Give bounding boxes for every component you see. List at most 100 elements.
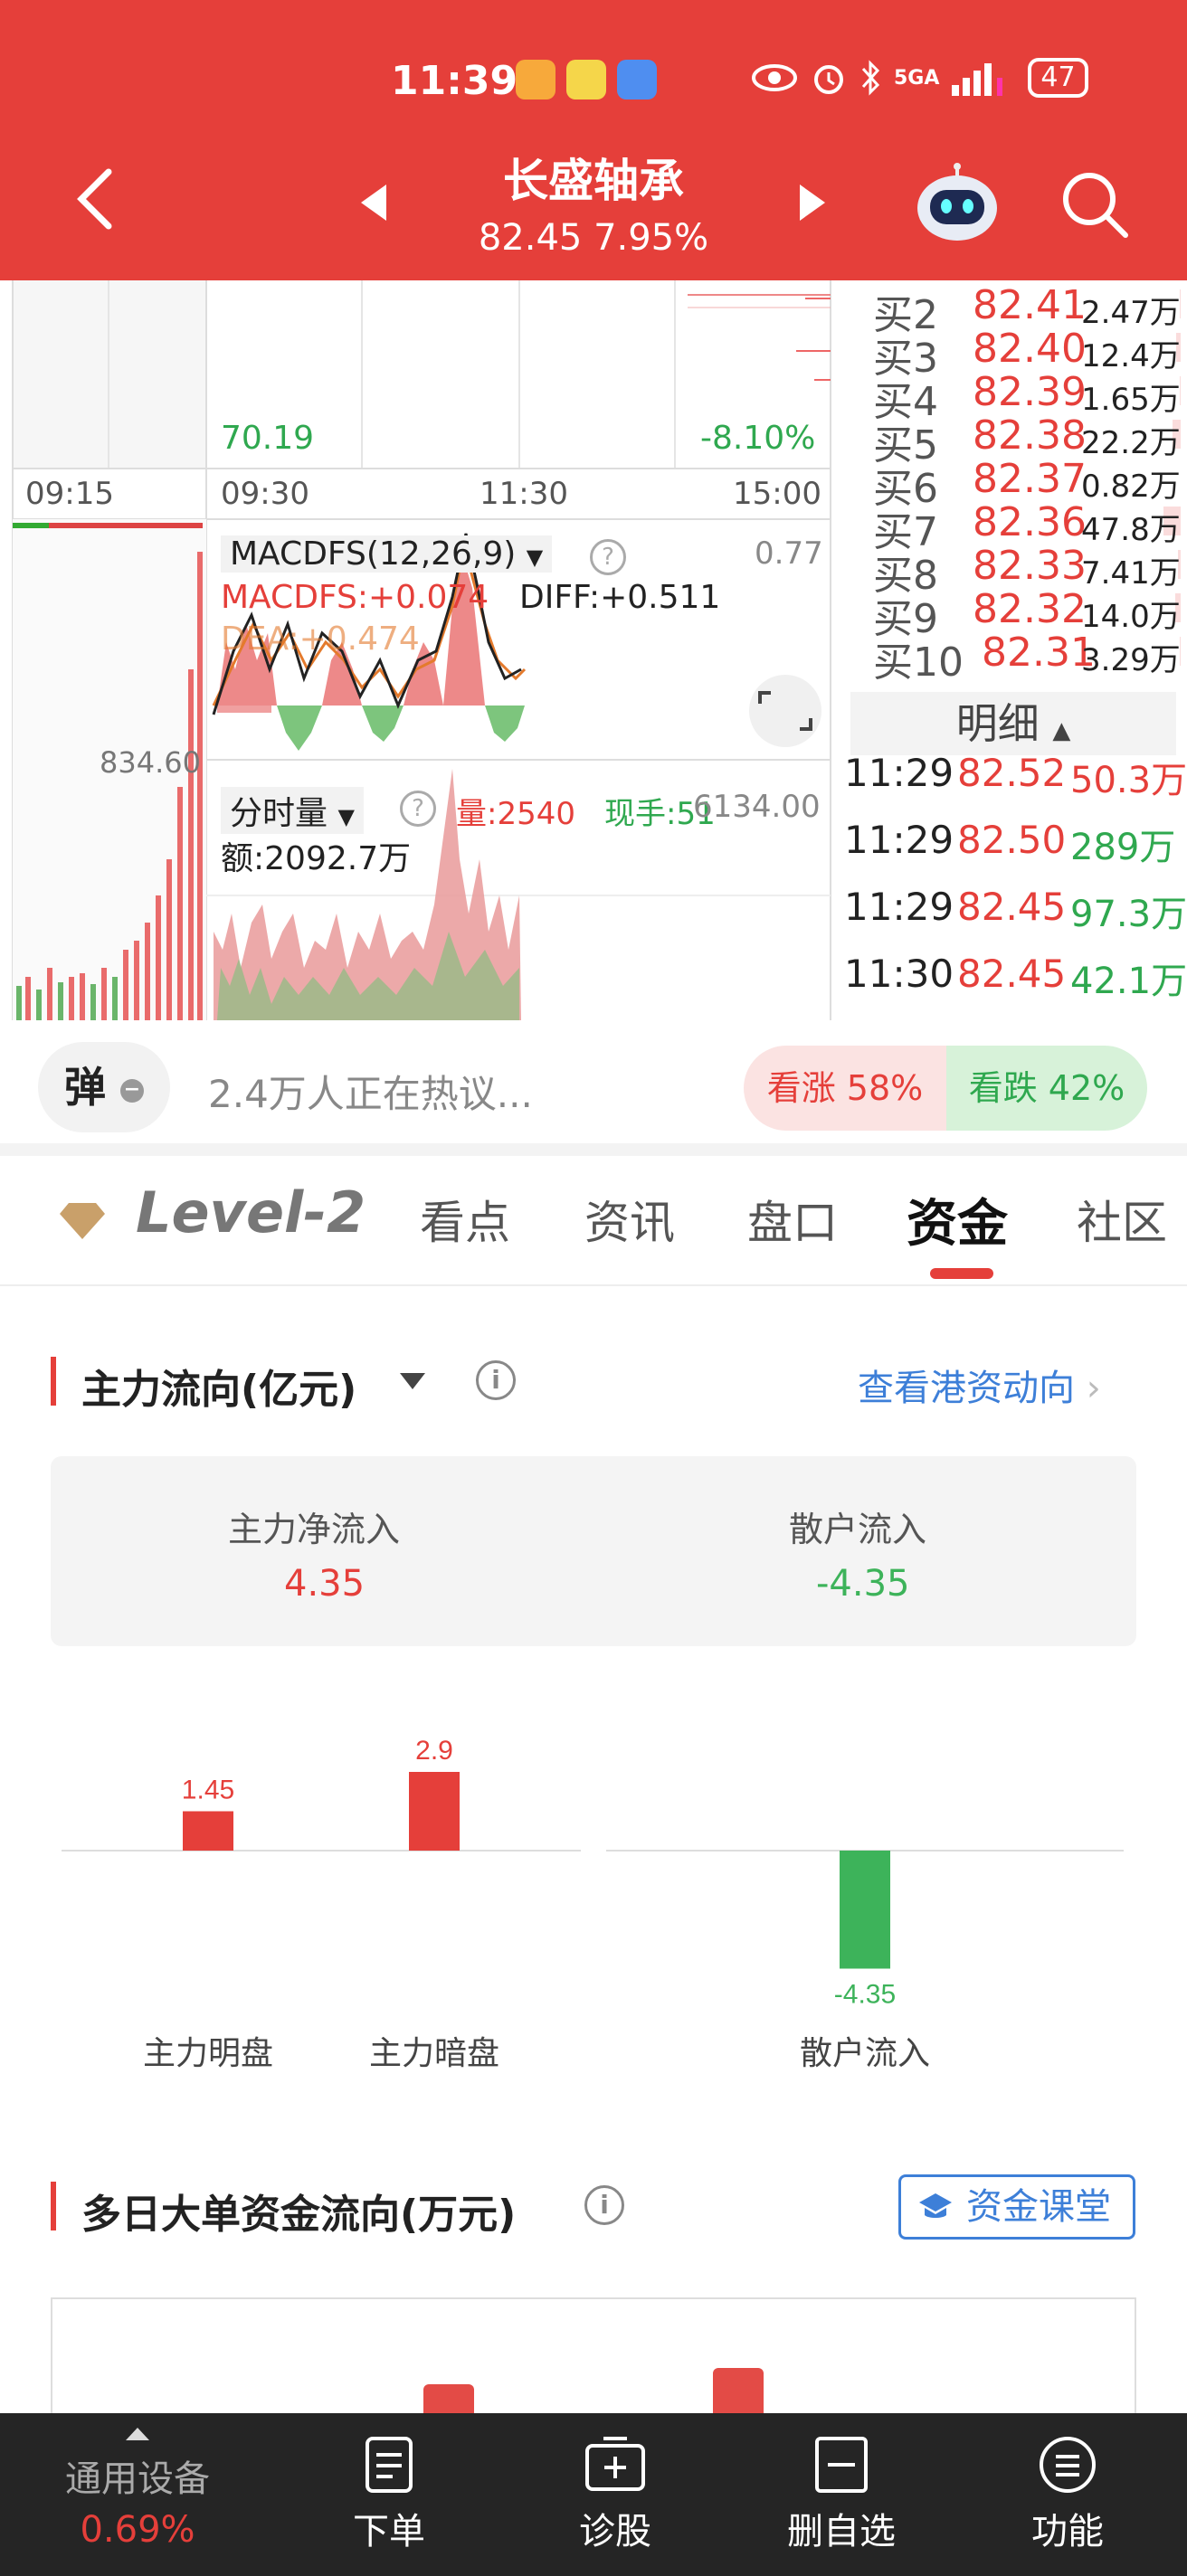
discussion-text[interactable]: 2.4万人正在热议... (208, 1064, 533, 1119)
detail-header-label: 明细 (955, 699, 1040, 748)
remove-watchlist-icon (815, 2437, 868, 2493)
data-label: -4.35 (834, 1980, 896, 2010)
chart-low-value: 70.19 (221, 420, 315, 457)
order-price: 82.36 (973, 499, 1087, 545)
remove-watch-button[interactable]: 删自选 (778, 2435, 905, 2554)
vote-down-button[interactable]: 看跌 42% (946, 1046, 1147, 1131)
trade-volume: 42.1万 (1070, 961, 1187, 1002)
bar (183, 1811, 233, 1851)
order-label: 下单 (353, 2511, 425, 2552)
trade-volume: 50.3万 (1070, 760, 1187, 801)
graduation-cap-icon (919, 2193, 952, 2218)
trade-price: 82.50 (957, 818, 1067, 862)
help-icon[interactable]: ? (400, 791, 436, 827)
category-label: 主力明盘 (143, 2034, 273, 2071)
amount-value: 额:2092.7万 (221, 840, 412, 877)
chevron-right-icon: › (1086, 1368, 1101, 1409)
bar (840, 1851, 890, 1969)
retail-inflow-value: -4.35 (816, 1563, 910, 1605)
order-book-row: 买7 82.36 47.8万 (855, 499, 1181, 555)
macd-value: MACDFS:+0.074 (221, 579, 489, 616)
index-indicator[interactable]: 通用设备 0.69% (38, 2426, 237, 2551)
order-price: 82.38 (973, 412, 1087, 459)
tab-highlights[interactable]: 看点 (420, 1187, 510, 1252)
app-root: 11:39 5GA 47 长盛轴承 82.45 7.95% 70.19 -8.1… (0, 0, 1187, 2576)
chevron-down-icon: ▼ (526, 545, 544, 570)
order-book-row: 买8 82.33 7.41万 (855, 543, 1181, 599)
diagnose-button[interactable]: 诊股 (561, 2435, 669, 2554)
volume-indicator-selector[interactable]: 分时量 ▼ (221, 787, 364, 834)
app-notification-icon (617, 60, 657, 99)
functions-button[interactable]: 功能 (1013, 2435, 1122, 2554)
order-price: 82.37 (973, 456, 1087, 502)
net-inflow-label: 主力净流入 (228, 1510, 401, 1549)
main-flow-title[interactable]: 主力流向(亿元) (81, 1357, 356, 1415)
order-book-row: 买9 82.32 14.0万 (855, 586, 1181, 642)
tab-funds[interactable]: 资金 (907, 1183, 1008, 1256)
trade-time: 11:29 (844, 818, 954, 862)
tab-news[interactable]: 资讯 (584, 1187, 675, 1252)
price-axis-label: 834.60 (100, 745, 201, 780)
net-inflow-value: 4.35 (284, 1563, 366, 1605)
comment-bar: 弹 − 2.4万人正在热议... 看涨 58% 看跌 42% (0, 1020, 1187, 1143)
volume-value: 量:2540 (456, 796, 575, 832)
vote-up-button[interactable]: 看涨 58% (744, 1046, 946, 1131)
help-icon[interactable]: ? (590, 539, 626, 575)
trade-time: 11:30 (844, 952, 954, 996)
menu-icon (1040, 2437, 1096, 2493)
alarm-icon (814, 65, 843, 94)
order-book-row: 买2 82.41 2.47万 (855, 282, 1181, 338)
bar (409, 1772, 460, 1851)
diamond-icon (60, 1203, 105, 1239)
chevron-down-icon[interactable] (398, 1371, 427, 1391)
status-app-icons (516, 60, 657, 99)
tab-level2[interactable]: Level-2 (136, 1179, 366, 1245)
time-label-morning: 09:30 (221, 476, 309, 512)
funds-course-label: 资金课堂 (966, 2186, 1111, 2228)
intraday-chart[interactable]: 70.19 -8.10% 09:15 09:30 11:30 15:00 MAC… (0, 280, 837, 1020)
content-tabs: Level-2 看点 资讯 盘口 资金 社区 (0, 1156, 1187, 1286)
dea-value: DEA:+0.474 (221, 620, 420, 658)
hk-funds-link[interactable]: 查看港资动向 › (858, 1359, 1101, 1411)
diagnose-label: 诊股 (579, 2511, 651, 2552)
bluetooth-icon (861, 60, 880, 96)
danmu-label: 弹 (63, 1063, 106, 1112)
diagnose-icon (585, 2437, 645, 2491)
sort-up-icon: ▲ (1052, 717, 1071, 744)
minus-icon: − (120, 1078, 144, 1103)
tab-community[interactable]: 社区 (1077, 1187, 1167, 1252)
volume-indicator-label: 分时量 (230, 795, 328, 832)
next-stock-icon[interactable] (796, 183, 829, 223)
order-book-row: 买6 82.37 0.82万 (855, 456, 1181, 512)
trade-time: 11:29 (844, 885, 954, 929)
trade-volume: 289万 (1070, 827, 1176, 868)
order-level-label: 买10 (873, 639, 964, 686)
order-book-row: 买3 82.40 12.4万 (855, 326, 1181, 382)
index-name: 通用设备 (65, 2458, 210, 2500)
tab-orderbook[interactable]: 盘口 (747, 1187, 838, 1252)
search-icon[interactable] (1059, 168, 1131, 241)
order-book-row: 买5 82.38 22.2万 (855, 412, 1181, 469)
section-accent (51, 1357, 56, 1406)
macd-indicator-selector[interactable]: MACDFS(12,26,9) ▼ (221, 535, 553, 573)
robot-assistant-icon[interactable] (914, 163, 1001, 244)
bottom-toolbar: 通用设备 0.69% 下单 诊股 删自选 功能 (0, 2413, 1187, 2576)
time-label-close: 15:00 (733, 476, 821, 512)
section-accent (51, 2182, 56, 2230)
chevron-up-icon (126, 2428, 149, 2440)
chart-low-pct: -8.10% (700, 420, 816, 457)
battery-indicator: 47 (1028, 58, 1088, 98)
order-button[interactable]: 下单 (335, 2435, 443, 2554)
functions-label: 功能 (1031, 2511, 1104, 2552)
trade-price: 82.45 (957, 952, 1067, 996)
volume-max-value: 6134.00 (693, 789, 821, 825)
order-book-row: 买10 82.31 3.29万 (855, 630, 1181, 686)
info-icon[interactable]: i (584, 2185, 624, 2225)
detail-header[interactable]: 明细 ▲ (850, 692, 1176, 755)
signal-icon (952, 63, 1003, 96)
order-book-row: 买4 82.39 1.65万 (855, 369, 1181, 425)
danmu-toggle-button[interactable]: 弹 − (38, 1042, 170, 1132)
info-icon[interactable]: i (476, 1360, 516, 1400)
order-book[interactable]: 买2 82.41 2.47万 买3 82.40 12.4万 买4 82.39 1… (837, 280, 1187, 1020)
funds-course-button[interactable]: 资金课堂 (898, 2174, 1135, 2240)
